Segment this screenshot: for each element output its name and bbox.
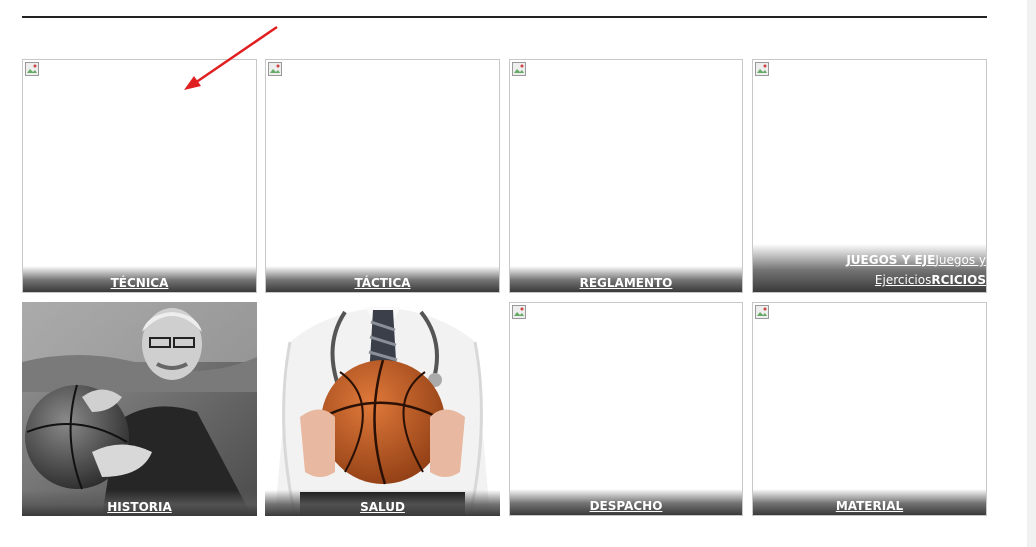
tile-despacho[interactable]: DESPACHO [509,302,743,516]
broken-image-icon [755,62,769,76]
tile-caption: JUEGOS Y EJEJuegos y EjerciciosRCICIOS [753,244,986,292]
tile-caption: REGLAMENTO [510,266,742,292]
tile-link-salud[interactable]: SALUD [360,500,405,514]
tile-link-tecnica[interactable]: TÉCNICA [111,276,169,290]
tile-caption: HISTORIA [22,490,257,516]
broken-image-icon [755,305,769,319]
broken-image-icon [25,62,39,76]
tile-historia[interactable]: HISTORIA [22,302,257,516]
tile-caption: DESPACHO [510,489,742,515]
caption-line-1: JUEGOS Y EJEJuegos y [846,250,986,270]
tile-link-ejercicios[interactable]: Ejercicios [875,273,931,287]
header-divider [22,16,987,18]
tile-link-juegos-y[interactable]: Juegos y [935,253,986,267]
broken-image-icon [512,305,526,319]
tile-link-despacho[interactable]: DESPACHO [590,499,663,513]
tile-link-material[interactable]: MATERIAL [836,499,903,513]
tile-tactica[interactable]: TÁCTICA [265,59,500,293]
tile-link-reglamento[interactable]: REGLAMENTO [580,276,673,290]
tile-link-historia[interactable]: HISTORIA [107,500,172,514]
tile-juegos-ejercicios[interactable]: JUEGOS Y EJEJuegos y EjerciciosRCICIOS [752,59,987,293]
broken-image-icon [268,62,282,76]
tile-caption: TÉCNICA [23,266,256,292]
tile-caption: TÁCTICA [266,266,499,292]
caption-line-2: EjerciciosRCICIOS [875,270,986,290]
tile-caption: MATERIAL [753,489,986,515]
tile-material[interactable]: MATERIAL [752,302,987,516]
tile-link-rcicios[interactable]: RCICIOS [931,273,986,287]
tile-reglamento[interactable]: REGLAMENTO [509,59,743,293]
historia-photo [22,302,257,516]
tile-link-juegos[interactable]: JUEGOS Y EJE [846,253,935,267]
tile-tecnica[interactable]: TÉCNICA [22,59,257,293]
tile-salud[interactable]: SALUD [265,302,500,516]
salud-photo [265,302,500,516]
tile-caption: SALUD [265,490,500,516]
tile-link-tactica[interactable]: TÁCTICA [354,276,410,290]
right-scroll-gutter [1027,0,1036,547]
broken-image-icon [512,62,526,76]
